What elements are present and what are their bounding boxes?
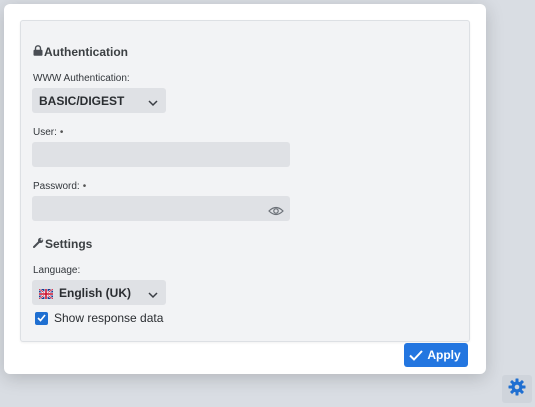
language-select[interactable]: English (UK) xyxy=(32,280,166,305)
authentication-title: Authentication xyxy=(44,45,128,59)
user-input[interactable] xyxy=(32,142,290,167)
gear-icon xyxy=(508,378,526,401)
user-label-text: User: xyxy=(33,127,57,138)
show-response-row[interactable]: Show response data xyxy=(35,311,163,325)
authentication-section-title: Authentication xyxy=(33,45,128,59)
password-label: Password: • xyxy=(33,181,86,192)
settings-dialog: Authentication WWW Authentication: BASIC… xyxy=(4,4,486,374)
chevron-down-icon xyxy=(148,96,158,110)
chevron-down-icon xyxy=(148,288,158,302)
checkmark-icon xyxy=(409,349,424,361)
www-auth-value: BASIC/DIGEST xyxy=(39,93,125,108)
user-label: User: • xyxy=(33,127,63,138)
settings-section-title: Settings xyxy=(33,237,92,251)
language-value: English (UK) xyxy=(59,285,131,300)
password-label-text: Password: xyxy=(33,181,80,192)
www-auth-select[interactable]: BASIC/DIGEST xyxy=(32,88,166,113)
lock-icon xyxy=(33,45,44,59)
apply-label: Apply xyxy=(427,348,461,362)
settings-gear-button[interactable] xyxy=(502,375,532,403)
uk-flag-icon xyxy=(38,287,54,300)
language-label: Language: xyxy=(33,265,81,276)
apply-button[interactable]: Apply xyxy=(404,343,468,367)
settings-title: Settings xyxy=(45,237,93,251)
password-field[interactable] xyxy=(32,196,290,221)
show-response-checkbox[interactable] xyxy=(35,311,48,325)
eye-icon[interactable] xyxy=(268,203,284,221)
form-panel: Authentication WWW Authentication: BASIC… xyxy=(20,20,470,342)
user-required-marker: • xyxy=(59,127,64,138)
checkmark-icon xyxy=(37,314,46,322)
show-response-label: Show response data xyxy=(54,311,164,325)
password-required-marker: • xyxy=(82,181,87,192)
wrench-icon xyxy=(33,237,45,251)
www-auth-label: WWW Authentication: xyxy=(33,73,130,84)
